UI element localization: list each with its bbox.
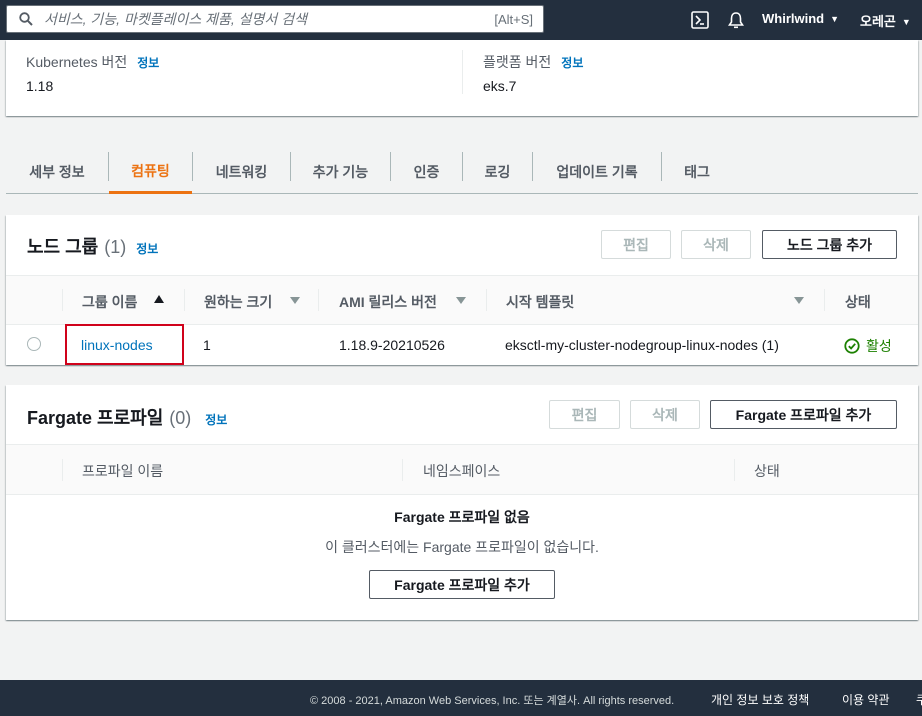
page-footer: © 2008 - 2021, Amazon Web Services, Inc.… [0, 680, 922, 716]
search-icon [19, 12, 33, 26]
col-status: 상태 [845, 294, 871, 310]
copyright-text: © 2008 - 2021, Amazon Web Services, Inc.… [310, 695, 675, 707]
column-separator [318, 289, 319, 311]
column-separator [62, 459, 63, 481]
kubernetes-version-label: Kubernetes 버전 정보 [26, 52, 159, 72]
cloudshell-icon[interactable] [690, 10, 710, 30]
edit-button[interactable]: 편집 [549, 400, 620, 429]
success-check-icon [844, 338, 860, 354]
tab-tags[interactable]: 태그 [662, 150, 732, 194]
caret-down-icon: ▼ [830, 14, 840, 24]
delete-button[interactable]: 삭제 [630, 400, 700, 429]
tab-authentication[interactable]: 인증 [391, 150, 462, 194]
column-separator [184, 289, 185, 311]
sort-icon[interactable] [290, 297, 300, 304]
tab-networking[interactable]: 네트워킹 [193, 150, 290, 194]
column-separator [402, 459, 403, 481]
info-link[interactable]: 정보 [137, 56, 159, 70]
tab-update-history[interactable]: 업데이트 기록 [533, 150, 661, 194]
search-input[interactable]: 서비스, 기능, 마켓플레이스 제품, 설명서 검색 [Alt+S] [6, 5, 544, 33]
platform-version-label: 플랫폼 버전 정보 [483, 52, 583, 72]
label-text: Kubernetes 버전 [26, 54, 128, 70]
col-launch-template[interactable]: 시작 템플릿 [506, 292, 574, 312]
region-name: 오레곤 [860, 14, 896, 29]
status-badge: 활성 [844, 336, 892, 356]
heading-text: Fargate 프로파일 [27, 408, 164, 428]
info-link[interactable]: 정보 [561, 56, 583, 70]
row-select-radio[interactable] [27, 337, 41, 351]
fargate-profiles-panel: Fargate 프로파일 (0) 정보 편집 삭제 Fargate 프로파일 추가 … [6, 385, 918, 620]
node-groups-count: (1) [104, 237, 127, 257]
fargate-table-header: 프로파일 이름 네임스페이스 상태 [6, 444, 918, 495]
caret-down-icon: ▼ [901, 17, 911, 27]
empty-state-text: 이 클러스터에는 Fargate 프로파일이 없습니다. [325, 539, 599, 555]
platform-version-value: eks.7 [483, 78, 517, 94]
desired-size-cell: 1 [203, 337, 211, 353]
sort-ascending-icon[interactable] [154, 295, 164, 303]
col-profile-name: 프로파일 이름 [82, 463, 164, 479]
info-link[interactable]: 정보 [136, 242, 158, 256]
tab-compute[interactable]: 컴퓨팅 [109, 150, 192, 194]
column-separator [486, 289, 487, 311]
ami-version-cell: 1.18.9-20210526 [339, 337, 445, 353]
sort-icon[interactable] [794, 297, 804, 304]
column-separator [62, 289, 63, 311]
fargate-heading: Fargate 프로파일 (0) 정보 [27, 404, 227, 430]
tab-details[interactable]: 세부 정보 [6, 150, 108, 194]
terms-link[interactable]: 이용 약관 [842, 691, 890, 708]
sort-icon[interactable] [456, 297, 466, 304]
fargate-count: (0) [169, 408, 192, 428]
node-groups-heading: 노드 그룹 (1) 정보 [27, 233, 158, 259]
empty-state-title: Fargate 프로파일 없음 [394, 509, 530, 525]
empty-add-fargate-profile-button[interactable]: Fargate 프로파일 추가 [369, 570, 555, 599]
column-divider [462, 50, 463, 94]
account-name: Whirlwind [762, 11, 825, 26]
add-node-group-button[interactable]: 노드 그룹 추가 [762, 230, 897, 259]
account-menu[interactable]: Whirlwind ▼ [762, 11, 839, 26]
tab-logging[interactable]: 로깅 [463, 150, 532, 194]
search-placeholder: 서비스, 기능, 마켓플레이스 제품, 설명서 검색 [44, 11, 307, 27]
privacy-policy-link[interactable]: 개인 정보 보호 정책 [711, 691, 809, 708]
delete-button[interactable]: 삭제 [681, 230, 751, 259]
info-link[interactable]: 정보 [205, 413, 227, 427]
cookie-preferences-link[interactable]: 쿠 [916, 691, 922, 708]
launch-template-cell: eksctl-my-cluster-nodegroup-linux-nodes … [505, 337, 779, 353]
notifications-bell-icon[interactable] [726, 10, 746, 30]
status-text: 활성 [866, 338, 892, 354]
cluster-tabs: 세부 정보 컴퓨팅 네트워킹 추가 기능 인증 로깅 업데이트 기록 태그 [6, 150, 918, 194]
region-menu[interactable]: 오레곤 ▼ [860, 11, 911, 30]
heading-text: 노드 그룹 [27, 237, 99, 257]
edit-button[interactable]: 편집 [601, 230, 671, 259]
top-navigation-bar: 서비스, 기능, 마켓플레이스 제품, 설명서 검색 [Alt+S] Whirl… [0, 0, 922, 40]
node-groups-table-header: 그룹 이름 원하는 크기 AMI 릴리스 버전 시작 템플릿 상태 [6, 275, 918, 325]
col-ami-release-version[interactable]: AMI 릴리스 버전 [339, 292, 437, 312]
column-separator [734, 459, 735, 481]
label-text: 플랫폼 버전 [483, 54, 552, 70]
highlight-box [65, 324, 184, 365]
col-desired-size[interactable]: 원하는 크기 [204, 292, 272, 312]
col-group-name[interactable]: 그룹 이름 [82, 292, 137, 312]
tab-add-ons[interactable]: 추가 기능 [291, 150, 390, 194]
kubernetes-version-value: 1.18 [26, 78, 54, 94]
col-status: 상태 [754, 463, 780, 479]
column-separator [824, 289, 825, 311]
add-fargate-profile-button[interactable]: Fargate 프로파일 추가 [710, 400, 897, 429]
col-namespace: 네임스페이스 [423, 463, 501, 479]
search-shortcut: [Alt+S] [494, 11, 533, 27]
cluster-config-panel: Kubernetes 버전 정보 1.18 플랫폼 버전 정보 eks.7 [6, 40, 918, 116]
